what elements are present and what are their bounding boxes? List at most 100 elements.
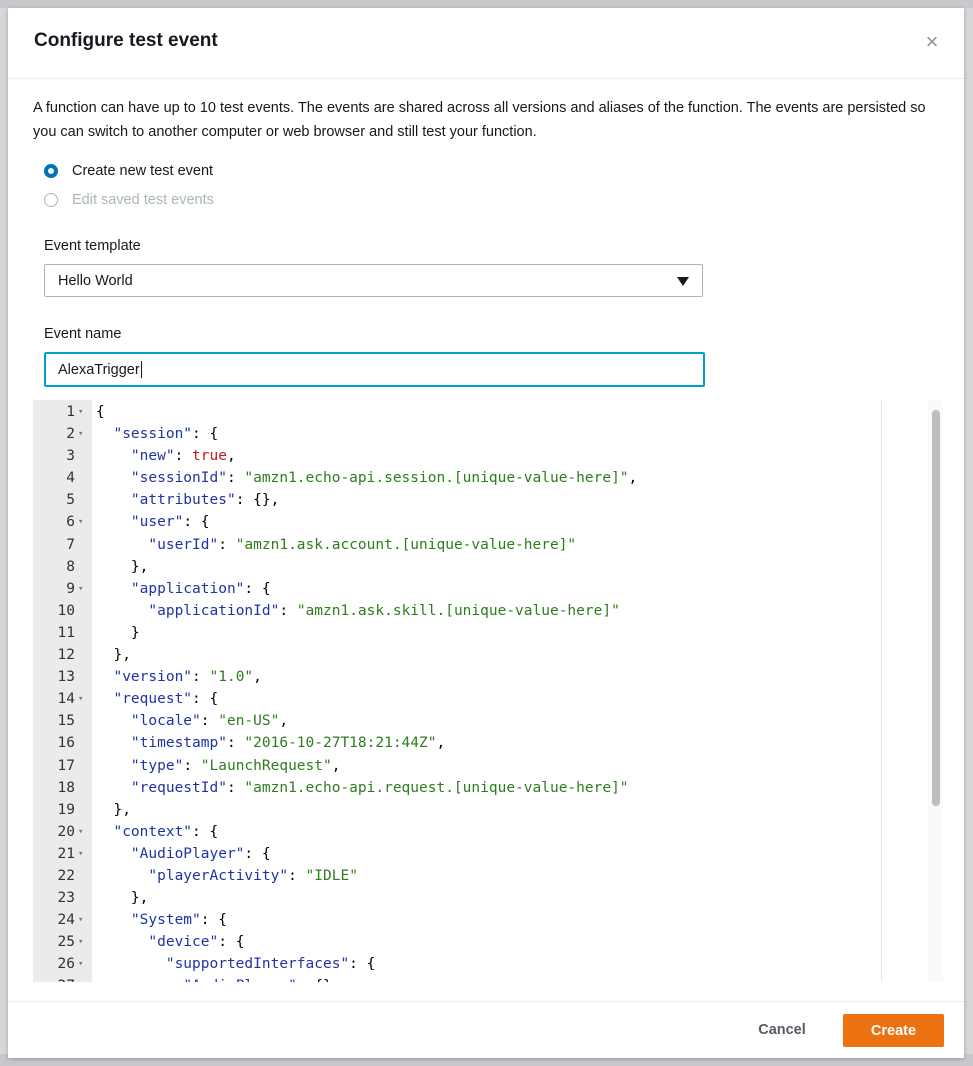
- json-punctuation: : {: [349, 956, 376, 973]
- json-key: "user": [130, 514, 184, 531]
- code-line[interactable]: 8 },: [33, 556, 928, 578]
- code-line[interactable]: 27 "AudioPlayer": {}: [33, 975, 928, 982]
- json-punctuation: : {: [192, 691, 219, 708]
- code-line[interactable]: 9 ▾ "application": {: [33, 578, 928, 600]
- json-key: "context": [113, 823, 193, 840]
- json-punctuation: :: [226, 779, 245, 796]
- code-line[interactable]: 12 },: [33, 644, 928, 666]
- code-line[interactable]: 19 },: [33, 799, 928, 821]
- json-key: "playerActivity": [148, 867, 289, 884]
- code-text: "context": {: [96, 821, 218, 843]
- code-line[interactable]: 23 },: [33, 887, 928, 909]
- code-line[interactable]: 22 "playerActivity": "IDLE": [33, 865, 928, 887]
- json-punctuation: }: [130, 624, 140, 641]
- fold-toggle-icon[interactable]: ▾: [78, 578, 88, 600]
- fold-toggle-icon[interactable]: ▾: [78, 688, 88, 710]
- json-key: "sessionId": [130, 470, 227, 487]
- json-punctuation: ,: [628, 470, 638, 487]
- line-number: 8: [66, 558, 75, 575]
- code-line[interactable]: 17 "type": "LaunchRequest",: [33, 755, 928, 777]
- json-key: "type": [130, 757, 184, 774]
- text-cursor: [140, 361, 142, 378]
- fold-toggle-icon[interactable]: ▾: [78, 401, 88, 423]
- line-number: 22: [57, 867, 75, 884]
- line-number: 24: [57, 912, 75, 929]
- json-key: "attributes": [130, 492, 236, 509]
- line-number: 3: [66, 448, 75, 465]
- edit-saved-label: Edit saved test events: [72, 192, 214, 208]
- json-key: "version": [113, 669, 193, 686]
- json-punctuation: },: [113, 647, 131, 664]
- json-key: "userId": [148, 536, 219, 553]
- json-punctuation: },: [113, 801, 131, 818]
- json-punctuation: : {}: [297, 978, 332, 982]
- code-line[interactable]: 7 "userId": "amzn1.ask.account.[unique-v…: [33, 534, 928, 556]
- create-new-label: Create new test event: [72, 163, 214, 179]
- line-number: 1: [66, 404, 75, 420]
- code-text: "application": {: [96, 578, 271, 600]
- code-line[interactable]: 5 "attributes": {},: [33, 489, 928, 511]
- code-text: "session": {: [96, 423, 218, 445]
- code-text: "timestamp": "2016-10-27T18:21:44Z",: [96, 732, 445, 754]
- edit-saved-test-events-option: Edit saved test events: [44, 189, 214, 211]
- code-line[interactable]: 6 ▾ "user": {: [33, 511, 928, 533]
- json-punctuation: : {},: [235, 492, 280, 509]
- create-button[interactable]: Create: [843, 1014, 944, 1047]
- code-line[interactable]: 21 ▾ "AudioPlayer": {: [33, 843, 928, 865]
- line-number: 13: [57, 669, 75, 686]
- code-line[interactable]: 16 "timestamp": "2016-10-27T18:21:44Z",: [33, 732, 928, 754]
- json-string: "LaunchRequest": [200, 757, 332, 774]
- fold-toggle-icon[interactable]: ▾: [78, 821, 88, 843]
- code-text: },: [96, 644, 131, 666]
- json-punctuation: ,: [253, 669, 262, 686]
- code-line[interactable]: 20 ▾ "context": {: [33, 821, 928, 843]
- json-punctuation: :: [192, 669, 210, 686]
- code-line[interactable]: 10 "applicationId": "amzn1.ask.skill.[un…: [33, 600, 928, 622]
- code-line[interactable]: 1 ▾ {: [33, 401, 928, 423]
- event-name-input[interactable]: AlexaTrigger: [44, 352, 705, 387]
- code-line[interactable]: 18 "requestId": "amzn1.echo-api.request.…: [33, 777, 928, 799]
- code-line[interactable]: 2 ▾ "session": {: [33, 423, 928, 445]
- json-key: "session": [113, 426, 193, 443]
- editor-scrollbar[interactable]: [928, 400, 943, 982]
- line-number: 4: [66, 470, 75, 487]
- code-line[interactable]: 25 ▾ "device": {: [33, 931, 928, 953]
- event-name-label: Event name: [44, 326, 122, 342]
- create-new-test-event-option[interactable]: Create new test event: [44, 160, 213, 182]
- code-text: "device": {: [96, 931, 244, 953]
- radio-selected-icon[interactable]: [44, 164, 58, 178]
- fold-toggle-icon[interactable]: ▾: [78, 511, 88, 533]
- code-text: "type": "LaunchRequest",: [96, 755, 341, 777]
- code-line[interactable]: 11 }: [33, 622, 928, 644]
- fold-toggle-icon[interactable]: ▾: [78, 843, 88, 865]
- json-punctuation: },: [130, 890, 149, 907]
- code-line[interactable]: 26 ▾ "supportedInterfaces": {: [33, 953, 928, 975]
- line-number: 14: [57, 691, 75, 708]
- code-line[interactable]: 15 "locale": "en-US",: [33, 710, 928, 732]
- code-line[interactable]: 4 "sessionId": "amzn1.echo-api.session.[…: [33, 467, 928, 489]
- code-text: },: [96, 799, 131, 821]
- fold-toggle-icon[interactable]: ▾: [78, 931, 88, 953]
- code-line[interactable]: 3 "new": true,: [33, 445, 928, 467]
- json-punctuation: :: [279, 602, 297, 619]
- event-template-select[interactable]: Hello World: [44, 264, 703, 297]
- close-icon[interactable]: ×: [920, 30, 944, 54]
- cancel-button[interactable]: Cancel: [743, 1014, 821, 1046]
- json-punctuation: ,: [226, 448, 236, 465]
- fold-toggle-icon[interactable]: ▾: [78, 953, 88, 975]
- line-number: 27: [33, 975, 75, 982]
- code-text: "AudioPlayer": {}: [96, 975, 332, 982]
- json-code-editor[interactable]: 1 ▾{2 ▾ "session": {3 "new": true, 4 "sessi…: [33, 400, 943, 982]
- json-key: "applicationId": [148, 602, 280, 619]
- fold-toggle-icon[interactable]: ▾: [78, 909, 88, 931]
- editor-scrollbar-thumb[interactable]: [932, 410, 940, 806]
- json-key: "request": [113, 691, 193, 708]
- code-line[interactable]: 13 "version": "1.0",: [33, 666, 928, 688]
- json-punctuation: :: [226, 470, 245, 487]
- code-text: "requestId": "amzn1.echo-api.request.[un…: [96, 777, 629, 799]
- code-line[interactable]: 14 ▾ "request": {: [33, 688, 928, 710]
- code-text: "playerActivity": "IDLE": [96, 865, 358, 887]
- json-punctuation: :: [218, 536, 236, 553]
- fold-toggle-icon[interactable]: ▾: [78, 423, 88, 445]
- code-line[interactable]: 24 ▾ "System": {: [33, 909, 928, 931]
